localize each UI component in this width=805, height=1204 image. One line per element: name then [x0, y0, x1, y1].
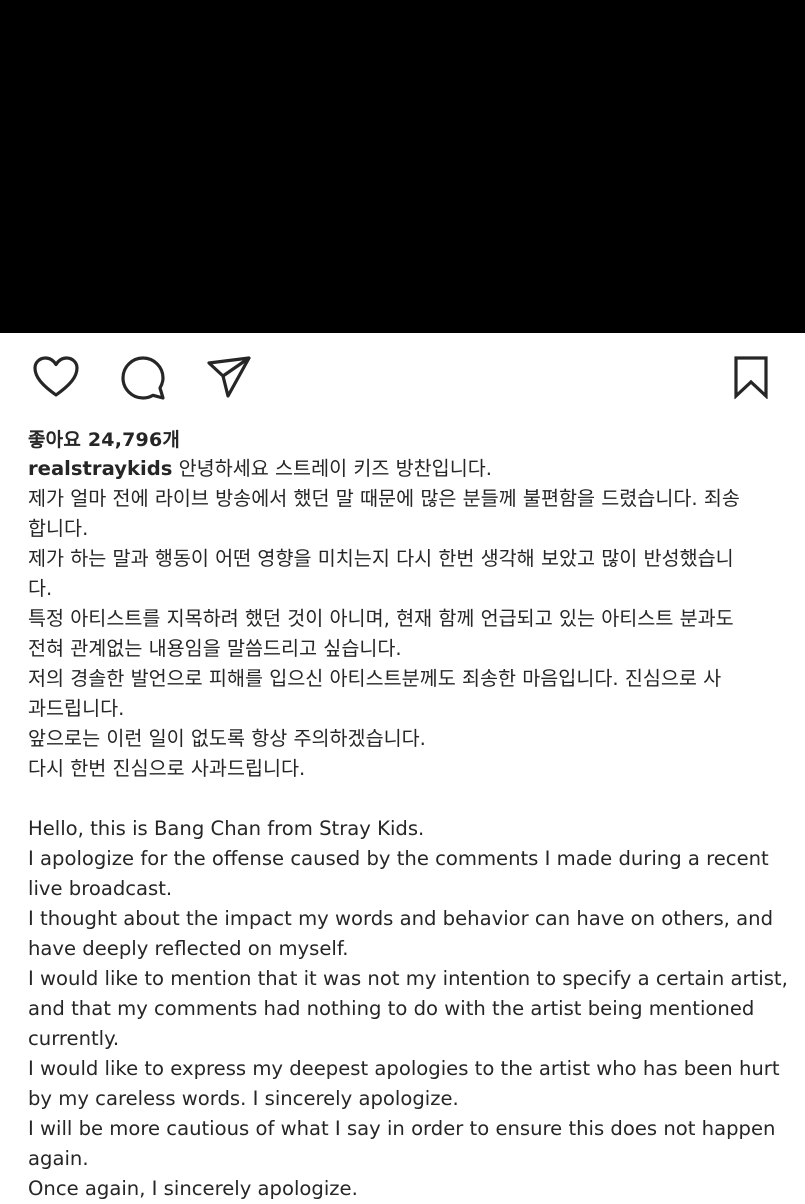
caption-line: 다.: [28, 577, 53, 600]
post-action-bar: [0, 333, 805, 423]
caption-line: 합니다.: [28, 517, 89, 540]
caption-line: have deeply reflected on myself.: [28, 937, 349, 960]
caption-line: 제가 하는 말과 행동이 어떤 영향을 미치는지 다시 한번 생각해 보았고 많…: [28, 547, 734, 570]
paper-plane-icon[interactable]: [206, 355, 252, 401]
like-count[interactable]: 좋아요 24,796개: [28, 425, 180, 452]
caption-line: 다시 한번 진심으로 사과드립니다.: [28, 757, 306, 780]
caption-line: live broadcast.: [28, 877, 173, 900]
caption-line: 전혀 관계없는 내용임을 말씀드리고 싶습니다.: [28, 637, 402, 660]
comment-bubble-icon[interactable]: [120, 355, 166, 401]
caption-line: again.: [28, 1147, 89, 1170]
caption-line: and that my comments had nothing to do w…: [28, 997, 755, 1020]
caption-line: 제가 얼마 전에 라이브 방송에서 했던 말 때문에 많은 분들께 불편함을 드…: [28, 487, 740, 510]
caption-line: Hello, this is Bang Chan from Stray Kids…: [28, 817, 425, 840]
heart-icon[interactable]: [32, 355, 80, 399]
post-caption: realstraykids 안녕하세요 스트레이 키즈 방찬입니다. 제가 얼마…: [28, 454, 788, 1204]
caption-line: I would like to mention that it was not …: [28, 967, 788, 990]
caption-line: I thought about the impact my words and …: [28, 907, 774, 930]
caption-line: I apologize for the offense caused by th…: [28, 847, 769, 870]
username-link[interactable]: realstraykids: [28, 457, 172, 480]
caption-line: realstraykids 안녕하세요 스트레이 키즈 방찬입니다.: [28, 454, 783, 484]
caption-line: 특정 아티스트를 지목하려 했던 것이 아니며, 현재 함께 언급되고 있는 아…: [28, 607, 734, 630]
caption-line: I would like to express my deepest apolo…: [28, 1057, 780, 1080]
caption-line: 저의 경솔한 발언으로 피해를 입으신 아티스트분께도 죄송한 마음입니다. 진…: [28, 667, 722, 690]
caption-line: 과드립니다.: [28, 697, 125, 720]
caption-line: 앞으로는 이런 일이 없도록 항상 주의하겠습니다.: [28, 727, 426, 750]
caption-line: currently.: [28, 1027, 120, 1050]
caption-text: 안녕하세요 스트레이 키즈 방찬입니다.: [178, 457, 492, 480]
caption-line: I will be more cautious of what I say in…: [28, 1117, 776, 1140]
caption-line: by my careless words. I sincerely apolog…: [28, 1087, 459, 1110]
bookmark-icon[interactable]: [733, 355, 769, 399]
post-media[interactable]: [0, 0, 805, 333]
